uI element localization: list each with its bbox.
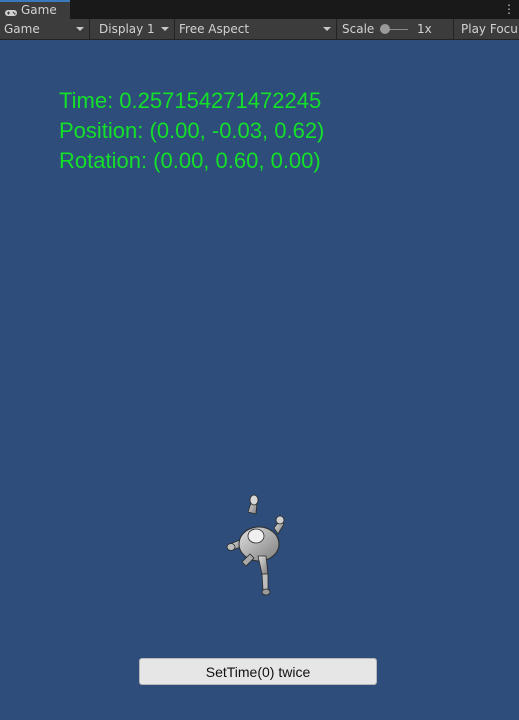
view-mode-dropdown[interactable]: Game (0, 19, 90, 39)
scale-control: Scale 1x (338, 19, 454, 39)
view-mode-label: Game (4, 22, 40, 36)
more-options-icon[interactable]: ⋮ (503, 3, 515, 16)
display-label: Display 1 (99, 22, 155, 36)
aspect-dropdown[interactable]: Free Aspect (175, 19, 337, 39)
game-view-toolbar: Game Display 1 Free Aspect Scale 1x Play… (0, 19, 519, 40)
chevron-down-icon (323, 27, 331, 31)
window-tab-bar: Game ⋮ (0, 0, 519, 19)
tab-game-label: Game (21, 3, 57, 17)
display-dropdown[interactable]: Display 1 (91, 19, 175, 39)
scale-slider-handle[interactable] (380, 24, 390, 34)
play-focus-label: Play Focu (461, 22, 518, 36)
hud-time-text: Time: 0.257154271472245 (59, 88, 322, 113)
hud-rotation-text: Rotation: (0.00, 0.60, 0.00) (59, 148, 321, 173)
hud-position-text: Position: (0.00, -0.03, 0.62) (59, 118, 325, 143)
humanoid-character-model (222, 494, 296, 598)
tab-game[interactable]: Game (0, 0, 70, 19)
settime-twice-button[interactable]: SetTime(0) twice (139, 658, 377, 685)
play-focus-dropdown[interactable]: Play Focu (457, 19, 519, 39)
scale-value: 1x (417, 22, 432, 36)
gamepad-icon (4, 6, 18, 16)
scale-label: Scale (342, 22, 375, 36)
chevron-down-icon (161, 27, 169, 31)
chevron-down-icon (76, 27, 84, 31)
aspect-label: Free Aspect (179, 22, 250, 36)
